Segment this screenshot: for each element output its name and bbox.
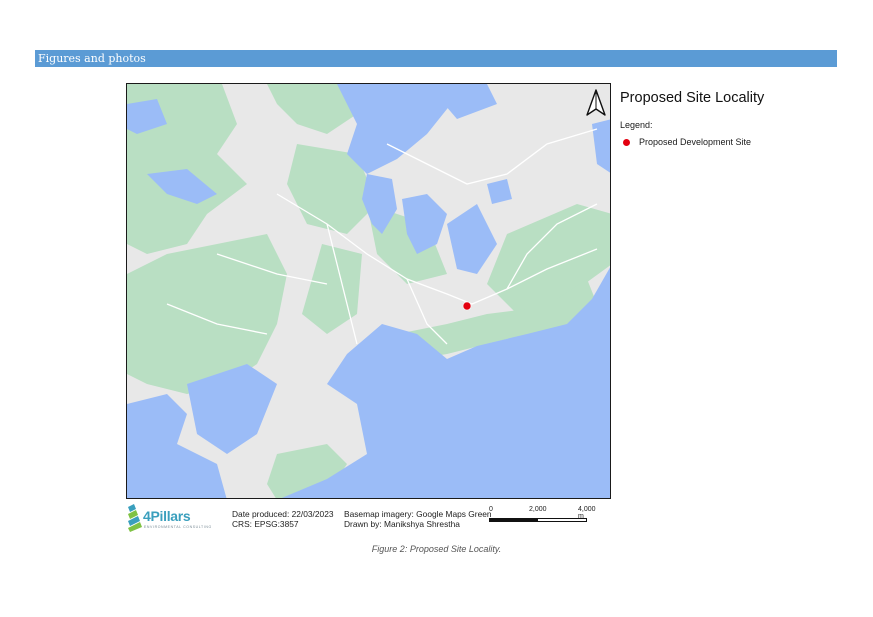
scale-label-mid: 2,000 <box>529 506 547 513</box>
legend-heading: Legend: <box>620 120 653 130</box>
legend-item-development-site: Proposed Development Site <box>623 137 751 147</box>
scale-bar: 0 2,000 4,000 m <box>489 506 596 528</box>
crs-label: CRS: EPSG:3857 <box>232 519 299 529</box>
figure-caption: Figure 2: Proposed Site Locality. <box>371 544 502 554</box>
scale-bar-graphic <box>489 518 587 522</box>
north-arrow-icon <box>585 89 607 117</box>
date-produced: Date produced: 22/03/2023 <box>232 509 334 519</box>
map-metadata-date-crs: Date produced: 22/03/2023 CRS: EPSG:3857 <box>232 509 334 529</box>
basemap-source: Basemap imagery: Google Maps Green <box>344 509 492 519</box>
drawn-by: Drawn by: Manikshya Shrestha <box>344 519 460 529</box>
section-heading: Figures and photos <box>35 50 837 67</box>
map-title: Proposed Site Locality <box>620 90 765 106</box>
logo-wordmark: 4Pillars <box>143 508 191 524</box>
logo-tagline: ENVIRONMENTAL CONSULTING <box>144 525 212 529</box>
basemap[interactable] <box>126 83 611 499</box>
scale-label-start: 0 <box>489 506 493 513</box>
map-metadata-basemap: Basemap imagery: Google Maps Green Drawn… <box>344 509 492 529</box>
legend-item-label: Proposed Development Site <box>639 137 752 147</box>
site-marker-icon <box>623 138 630 146</box>
